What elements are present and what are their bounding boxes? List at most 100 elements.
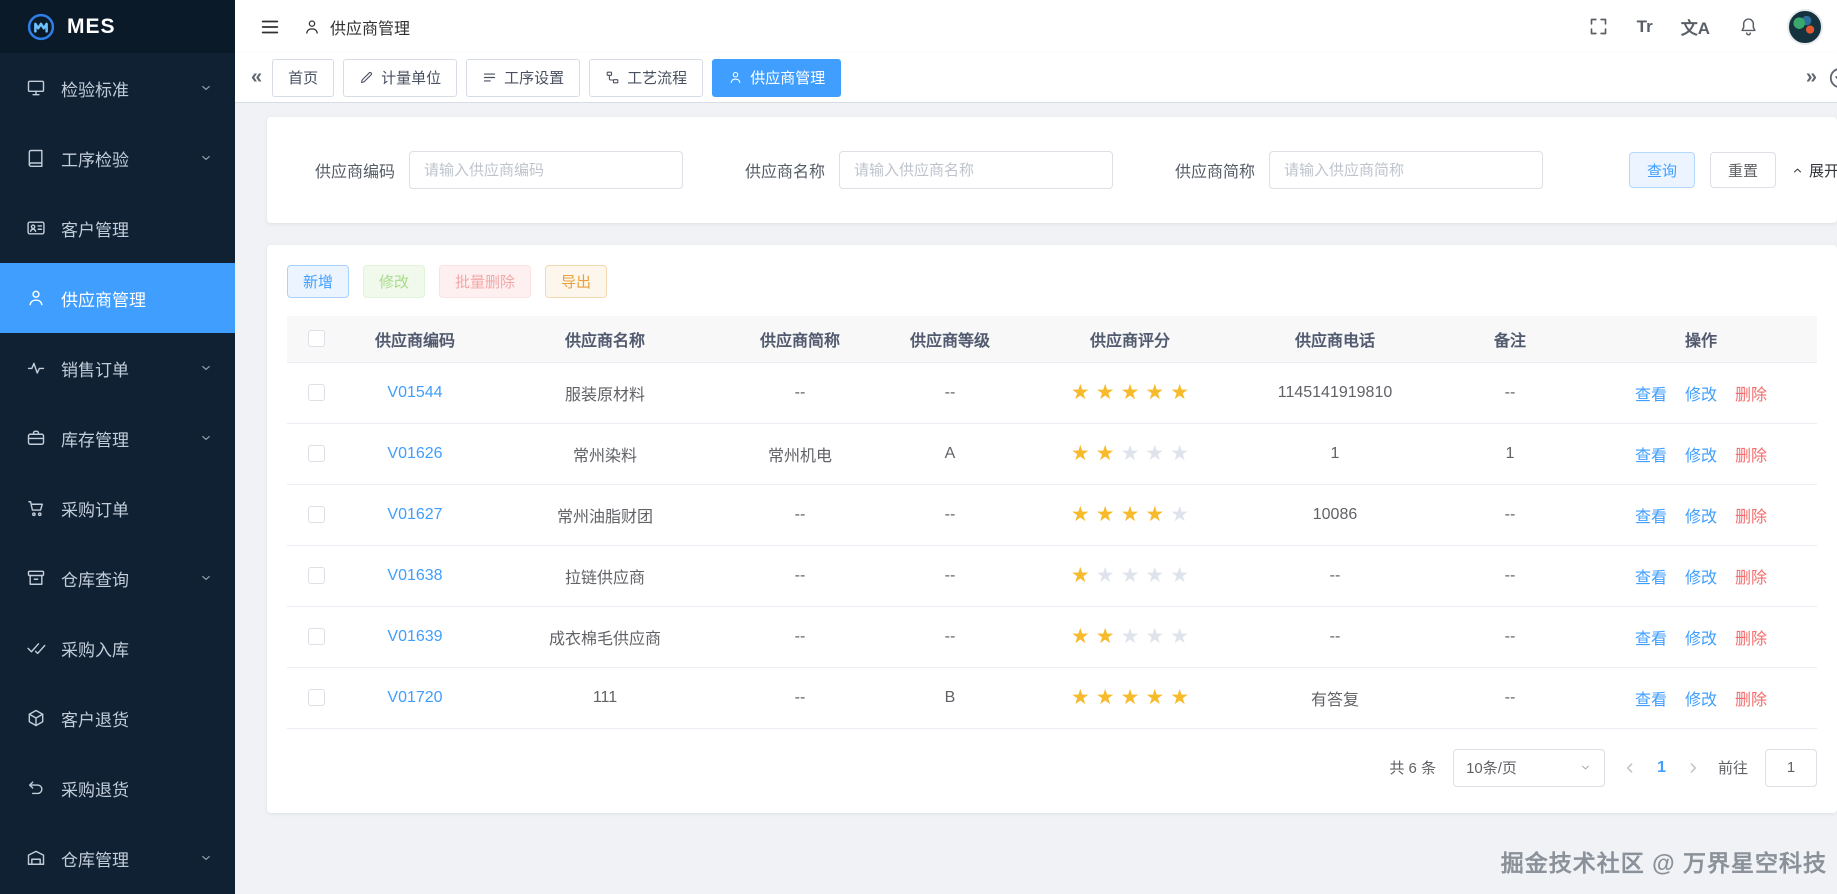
tab-process-setting[interactable]: 工序设置 xyxy=(466,59,580,97)
sidebar-item-sales-order[interactable]: 销售订单 xyxy=(0,333,235,403)
supplier-code-link[interactable]: V01626 xyxy=(387,445,442,462)
field-label: 供应商名称 xyxy=(745,158,825,182)
supplier-phone-cell: -- xyxy=(1235,606,1435,667)
archive-icon xyxy=(26,568,46,588)
row-checkbox[interactable] xyxy=(308,628,325,645)
supplier-code-link[interactable]: V01638 xyxy=(387,567,442,584)
batch-delete-button[interactable]: 批量删除 xyxy=(439,265,531,298)
tabs-options-icon[interactable] xyxy=(1827,65,1837,91)
fullscreen-icon[interactable] xyxy=(1588,16,1609,37)
row-checkbox[interactable] xyxy=(308,445,325,462)
edit-link[interactable]: 修改 xyxy=(1685,692,1717,709)
sidebar-item-customer-management[interactable]: 客户管理 xyxy=(0,193,235,263)
tab-home[interactable]: 首页 xyxy=(272,59,334,97)
sidebar-item-supplier-management[interactable]: 供应商管理 xyxy=(0,263,235,333)
next-page-icon[interactable] xyxy=(1685,760,1701,776)
supplier-code-input[interactable] xyxy=(409,151,683,189)
font-size-icon[interactable]: Tr xyxy=(1637,17,1653,37)
edit-link[interactable]: 修改 xyxy=(1685,570,1717,587)
tabs-scroll-left-icon[interactable]: « xyxy=(251,66,262,89)
supplier-name-input[interactable] xyxy=(839,151,1113,189)
chevron-down-icon xyxy=(199,431,213,445)
bell-icon[interactable] xyxy=(1738,16,1759,37)
view-link[interactable]: 查看 xyxy=(1635,509,1667,526)
edit-link[interactable]: 修改 xyxy=(1685,509,1717,526)
supplier-code-link[interactable]: V01720 xyxy=(387,689,442,706)
tab-measure-unit[interactable]: 计量单位 xyxy=(343,59,457,97)
flow-icon xyxy=(605,70,620,85)
row-checkbox[interactable] xyxy=(308,506,325,523)
edit-link[interactable]: 修改 xyxy=(1685,631,1717,648)
delete-link[interactable]: 删除 xyxy=(1735,509,1767,526)
edit-button[interactable]: 修改 xyxy=(363,265,425,298)
sidebar-item-purchase-inbound[interactable]: 采购入库 xyxy=(0,613,235,683)
warehouse-icon xyxy=(26,848,46,868)
tab-supplier-management[interactable]: 供应商管理 xyxy=(712,59,841,97)
view-link[interactable]: 查看 xyxy=(1635,448,1667,465)
avatar[interactable] xyxy=(1787,9,1823,45)
row-checkbox[interactable] xyxy=(308,384,325,401)
sidebar-item-inventory-management[interactable]: 库存管理 xyxy=(0,403,235,473)
delete-link[interactable]: 删除 xyxy=(1735,387,1767,404)
sidebar-item-inspection-standard[interactable]: 检验标准 xyxy=(0,53,235,123)
tabs-bar: « 首页 计量单位 工序设置 工艺流程 xyxy=(235,53,1837,103)
add-button[interactable]: 新增 xyxy=(287,265,349,298)
view-link[interactable]: 查看 xyxy=(1635,570,1667,587)
sidebar-item-process-inspection[interactable]: 工序检验 xyxy=(0,123,235,193)
sidebar-item-purchase-order[interactable]: 采购订单 xyxy=(0,473,235,543)
current-page[interactable]: 1 xyxy=(1655,759,1668,777)
supplier-code-link[interactable]: V01544 xyxy=(387,384,442,401)
page-size-select[interactable]: 10条/页 xyxy=(1453,749,1605,787)
id-card-icon xyxy=(26,218,46,238)
supplier-grade-cell: B xyxy=(875,667,1025,728)
delete-link[interactable]: 删除 xyxy=(1735,448,1767,465)
table-row: V01544 服装原材料 -- -- ★★★★★ 1145141919810 -… xyxy=(287,362,1817,423)
view-link[interactable]: 查看 xyxy=(1635,631,1667,648)
col-supplier-short-name: 供应商简称 xyxy=(725,316,875,362)
tab-label: 工序设置 xyxy=(504,67,564,88)
reset-button[interactable]: 重置 xyxy=(1710,152,1776,188)
export-button[interactable]: 导出 xyxy=(545,265,607,298)
view-link[interactable]: 查看 xyxy=(1635,387,1667,404)
collapse-toggle[interactable]: 展开 xyxy=(1791,160,1837,181)
supplier-phone-cell: 1 xyxy=(1235,423,1435,484)
app-logo[interactable]: MES xyxy=(0,0,235,53)
sidebar-item-purchase-return[interactable]: 采购退货 xyxy=(0,753,235,823)
supplier-short-name-input[interactable] xyxy=(1269,151,1543,189)
delete-link[interactable]: 删除 xyxy=(1735,570,1767,587)
sidebar-item-warehouse-query[interactable]: 仓库查询 xyxy=(0,543,235,613)
sidebar-item-customer-return[interactable]: 客户退货 xyxy=(0,683,235,753)
supplier-phone-cell: 有答复 xyxy=(1235,667,1435,728)
goto-page-input[interactable] xyxy=(1765,749,1817,787)
hamburger-icon[interactable] xyxy=(259,16,281,38)
pulse-icon xyxy=(26,358,46,378)
edit-link[interactable]: 修改 xyxy=(1685,387,1717,404)
row-checkbox[interactable] xyxy=(308,567,325,584)
field-label: 供应商编码 xyxy=(315,158,395,182)
view-link[interactable]: 查看 xyxy=(1635,692,1667,709)
tab-process-flow[interactable]: 工艺流程 xyxy=(589,59,703,97)
tabs-scroll-right-icon[interactable]: » xyxy=(1806,66,1817,89)
select-all-checkbox[interactable] xyxy=(308,330,325,347)
delete-link[interactable]: 删除 xyxy=(1735,631,1767,648)
supplier-code-link[interactable]: V01627 xyxy=(387,506,442,523)
edit-link[interactable]: 修改 xyxy=(1685,448,1717,465)
prev-page-icon[interactable] xyxy=(1622,760,1638,776)
col-supplier-phone: 供应商电话 xyxy=(1235,316,1435,362)
topbar: 供应商管理 Tr 文A xyxy=(235,0,1837,53)
sidebar-item-warehouse-management[interactable]: 仓库管理 xyxy=(0,823,235,893)
supplier-name-cell: 111 xyxy=(485,667,725,728)
sidebar-item-label: 客户管理 xyxy=(61,216,213,241)
supplier-short-name-cell: -- xyxy=(725,667,875,728)
language-icon[interactable]: 文A xyxy=(1681,14,1710,39)
delete-link[interactable]: 删除 xyxy=(1735,692,1767,709)
query-button[interactable]: 查询 xyxy=(1629,152,1695,188)
col-remark: 备注 xyxy=(1435,316,1585,362)
rating-stars: ★★★★★ xyxy=(1068,447,1192,464)
supplier-grade-cell: -- xyxy=(875,545,1025,606)
supplier-code-link[interactable]: V01639 xyxy=(387,628,442,645)
chevron-up-icon xyxy=(1791,164,1804,177)
row-checkbox[interactable] xyxy=(308,689,325,706)
supplier-grade-cell: -- xyxy=(875,606,1025,667)
sidebar-item-label: 采购入库 xyxy=(61,636,213,661)
